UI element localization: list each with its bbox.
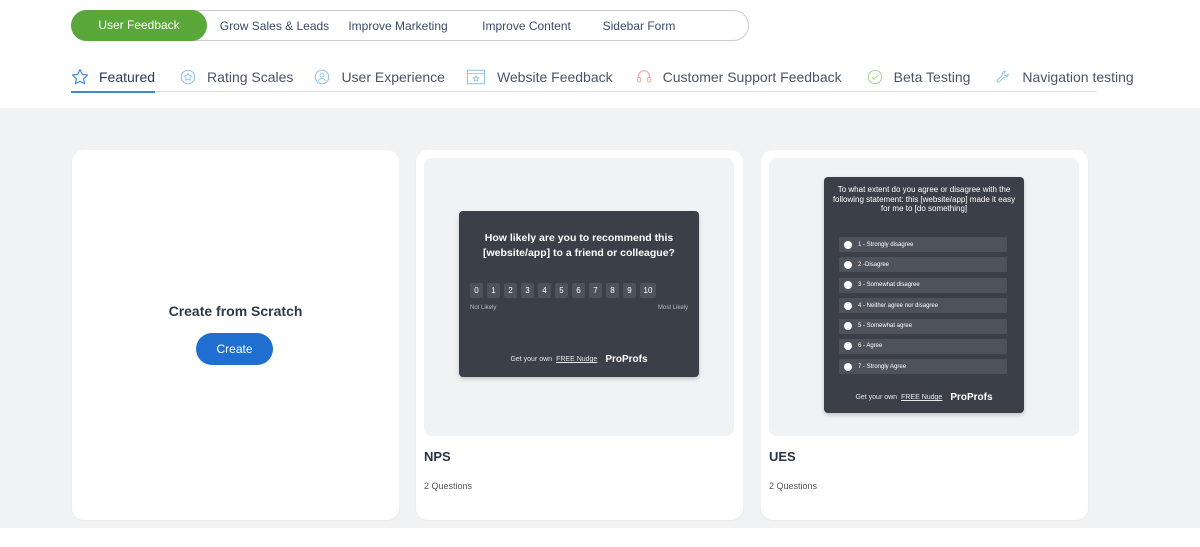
tab-label: User Experience [341,68,445,85]
tab-customer-support-feedback[interactable]: Customer Support Feedback [635,62,842,92]
nps-score: 5 [555,283,568,298]
ues-option: 6 - Agree [839,338,1007,354]
free-nudge-link: FREE Nudge [556,356,598,363]
radio-icon [844,342,852,351]
option-label: 1 - Strongly disagree [858,241,914,248]
nps-question: How likely are you to recommend this [we… [483,232,675,259]
nps-score: 4 [538,283,551,298]
option-label: 6 - Agree [858,343,883,350]
nps-score: 9 [623,283,636,298]
free-nudge-link: FREE Nudge [901,394,943,401]
nps-question-count: 2 Questions [424,481,473,491]
top-bar: User Feedback Grow Sales & Leads Improve… [0,0,1200,108]
rating-scale-icon [180,69,196,84]
option-label: 7 - Strongly Agree [858,363,907,370]
ues-option: 1 - Strongly disagree [839,237,1007,252]
nps-score: 3 [521,283,534,298]
create-from-scratch-card[interactable]: Create from Scratch Create [72,150,399,520]
website-feedback-icon [466,69,486,84]
nps-scale: 0 1 2 3 4 5 6 7 8 9 10 [470,283,656,298]
nps-high-label: Most Likely [657,305,688,311]
option-label: 3 - Somewhat disagree [858,282,920,289]
tab-label: Website Feedback [496,68,613,85]
category-improve-marketing[interactable]: Improve Marketing [342,19,454,33]
category-sidebar-form[interactable]: Sidebar Form [599,19,679,33]
tab-navigation-testing[interactable]: Navigation testing [994,62,1134,92]
radio-icon [844,240,852,249]
template-tabs: Featured Rating Scales User Experience W… [71,62,1134,93]
headset-icon [636,69,651,82]
radio-icon [844,281,852,290]
proprofs-logo: ProProfs [950,392,993,403]
create-button[interactable]: Create [196,333,273,365]
proprofs-logo: ProProfs [605,354,648,365]
ues-survey-preview: To what extent do you agree or disagree … [824,177,1024,413]
scratch-title: Create from Scratch [168,303,303,319]
option-label: 2 -Disagree [858,261,890,268]
tab-website-feedback[interactable]: Website Feedback [465,62,613,92]
nps-score: 10 [640,283,656,298]
radio-icon [844,362,852,371]
user-experience-icon [315,69,330,84]
footer-prefix: Get your own [855,394,898,401]
ues-option: 4 - Neither agree nor disagree [839,298,1007,314]
radio-icon [844,260,852,269]
category-user-feedback[interactable]: User Feedback [71,10,207,41]
ues-option: 2 -Disagree [839,257,1007,273]
tab-featured[interactable]: Featured [71,62,156,93]
nps-score: 1 [487,283,500,298]
ues-template-card[interactable]: To what extent do you agree or disagree … [761,150,1088,520]
tab-label: Beta Testing [893,68,971,85]
ues-question-count: 2 Questions [769,481,818,491]
radio-icon [844,322,852,331]
footer-prefix: Get your own [510,356,553,363]
ues-question: To what extent do you agree or disagree … [832,185,1016,213]
nps-score: 0 [470,283,483,298]
tab-user-experience[interactable]: User Experience [313,62,445,92]
nps-template-card[interactable]: How likely are you to recommend this [we… [416,150,743,520]
nps-low-label: Not Likely [470,305,497,311]
category-grow-sales-leads[interactable]: Grow Sales & Leads [207,19,342,33]
ues-card-title: UES [769,449,796,464]
ues-preview[interactable]: To what extent do you agree or disagree … [769,158,1079,436]
nps-score: 2 [504,283,517,298]
nps-survey-preview: How likely are you to recommend this [we… [459,211,699,377]
tab-label: Featured [99,68,156,85]
nps-preview[interactable]: How likely are you to recommend this [we… [424,158,734,436]
tab-label: Navigation testing [1022,68,1134,85]
radio-icon [844,301,852,310]
category-segmented-control: User Feedback Grow Sales & Leads Improve… [71,10,749,41]
option-label: 4 - Neither agree nor disagree [858,302,939,309]
tab-rating-scales[interactable]: Rating Scales [179,62,293,92]
nps-score: 7 [589,283,602,298]
option-label: 5 - Somewhat agree [858,323,913,330]
tab-label: Customer Support Feedback [662,68,842,85]
tab-beta-testing[interactable]: Beta Testing [866,62,971,92]
ues-footer: Get your own FREE Nudge ProProfs [824,392,1024,403]
tab-label: Rating Scales [207,68,294,85]
bottom-strip [0,528,1200,547]
ues-option: 3 - Somewhat disagree [839,277,1007,293]
ues-options: 1 - Strongly disagree 2 -Disagree 3 - So… [839,237,1007,380]
check-circle-icon [867,69,882,84]
nps-card-title: NPS [424,449,451,464]
star-icon [71,68,89,84]
wrench-icon [996,70,1010,83]
ues-option: 5 - Somewhat agree [839,318,1007,334]
nps-score: 6 [572,283,585,298]
nps-footer: Get your own FREE Nudge ProProfs [459,354,699,365]
ues-option: 7 - Strongly Agree [839,359,1007,375]
category-improve-content[interactable]: Improve Content [454,19,599,33]
template-gallery: Create from Scratch Create How likely ar… [0,108,1200,528]
nps-score: 8 [606,283,619,298]
